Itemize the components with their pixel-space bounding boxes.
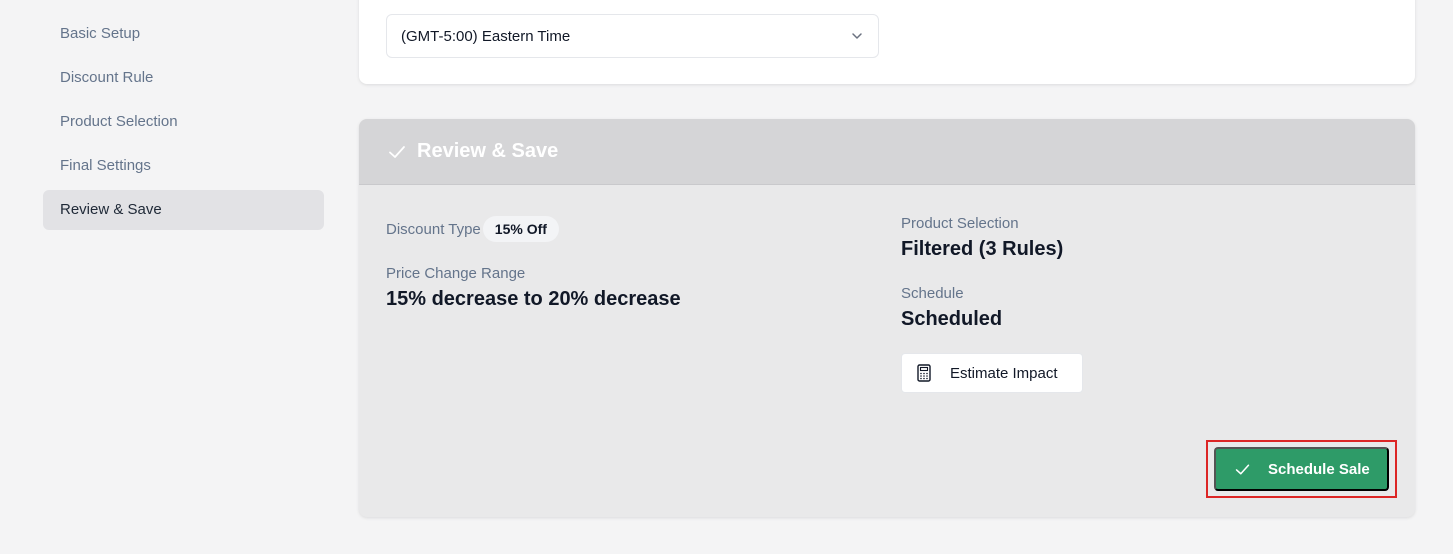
schedule-label: Schedule <box>901 285 964 302</box>
chevron-down-icon <box>852 33 862 39</box>
final-settings-card: (GMT-5:00) Eastern Time <box>359 0 1415 84</box>
sidebar-item-product-selection[interactable]: Product Selection <box>43 102 324 142</box>
discount-type-label: Discount Type <box>386 220 481 238</box>
sidebar-item-basic-setup[interactable]: Basic Setup <box>43 14 324 54</box>
schedule-sale-label: Schedule Sale <box>1268 460 1370 478</box>
product-selection-summary: Product Selection Filtered (3 Rules) <box>901 215 1063 261</box>
check-icon <box>1235 463 1250 475</box>
timezone-select[interactable]: (GMT-5:00) Eastern Time <box>386 14 879 58</box>
timezone-value: (GMT-5:00) Eastern Time <box>401 27 571 45</box>
check-icon <box>389 145 405 158</box>
sidebar-item-discount-rule[interactable]: Discount Rule <box>43 58 324 98</box>
product-selection-label: Product Selection <box>901 215 1019 232</box>
review-title: Review & Save <box>417 140 559 162</box>
schedule-value: Scheduled <box>901 308 1003 330</box>
price-range-value: 15% decrease to 20% decrease <box>386 288 681 310</box>
price-change-range: Price Change Range 15% decrease to 20% d… <box>386 265 681 311</box>
estimate-impact-label: Estimate Impact <box>950 364 1058 382</box>
sidebar-item-final-settings[interactable]: Final Settings <box>43 146 324 186</box>
review-header: Review & Save <box>359 119 1415 185</box>
discount-type-badge: 15% Off <box>482 216 559 242</box>
sidebar-item-review-save[interactable]: Review & Save <box>43 190 324 230</box>
schedule-sale-button[interactable]: Schedule Sale <box>1214 447 1389 491</box>
discount-type: Discount Type 15% Off <box>386 216 559 242</box>
review-save-card: Review & Save Discount Type 15% Off Pric… <box>359 119 1415 517</box>
calculator-icon <box>917 364 931 382</box>
product-selection-value: Filtered (3 Rules) <box>901 238 1064 260</box>
estimate-impact-button[interactable]: Estimate Impact <box>901 353 1083 393</box>
price-range-label: Price Change Range <box>386 265 526 282</box>
schedule-summary: Schedule Scheduled <box>901 285 1002 331</box>
sidebar-nav: Basic Setup Discount Rule Product Select… <box>43 14 324 234</box>
